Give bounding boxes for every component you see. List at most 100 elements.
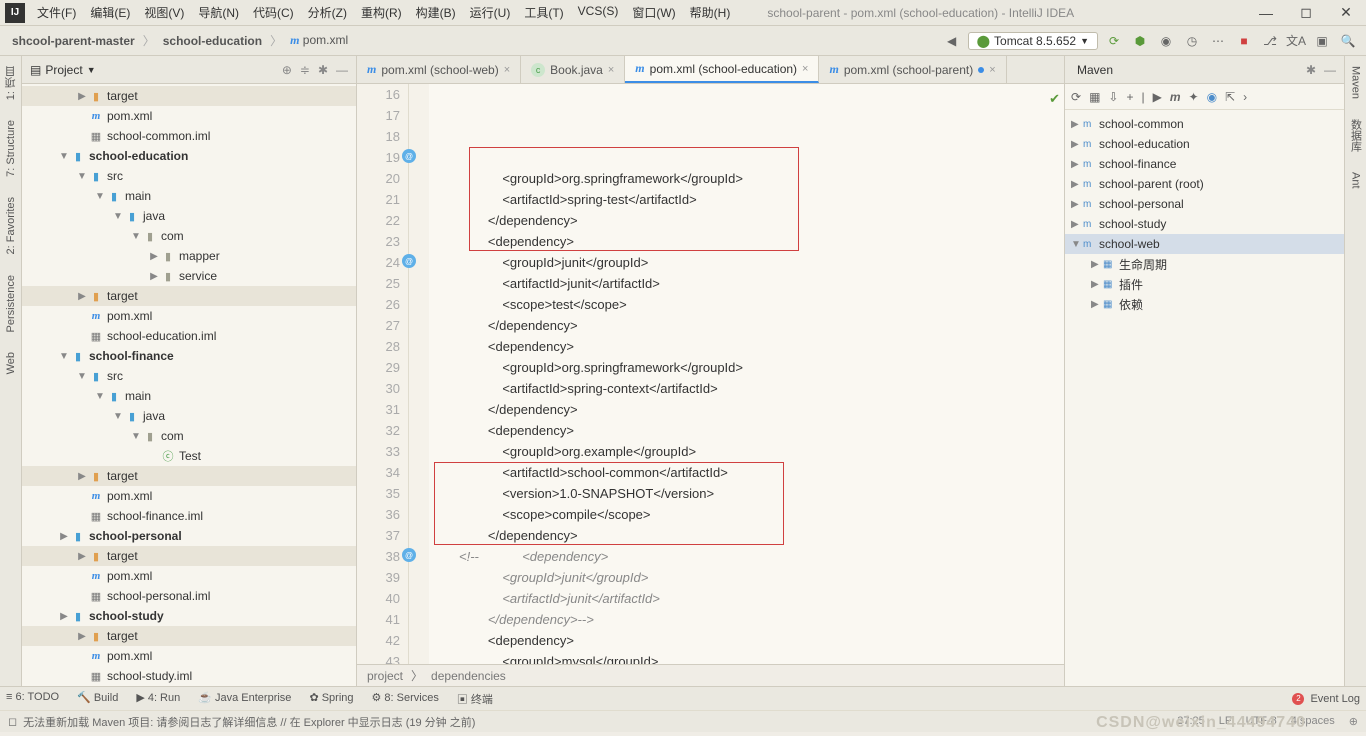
tree-row[interactable]: ▼▮school-education <box>22 146 356 166</box>
menu-item[interactable]: 构建(B) <box>409 4 463 21</box>
left-tool-button[interactable]: Web <box>5 352 17 374</box>
maven-tree-row[interactable]: ▶▦生命周期 <box>1065 254 1344 274</box>
stop-icon[interactable]: ■ <box>1234 31 1254 51</box>
tree-row[interactable]: ▼▮src <box>22 366 356 386</box>
close-tab-icon[interactable]: × <box>989 64 995 76</box>
tree-row[interactable]: mpom.xml <box>22 306 356 326</box>
git-icon[interactable]: ⎇ <box>1260 31 1280 51</box>
tree-row[interactable]: ▼▮main <box>22 186 356 206</box>
menu-item[interactable]: 帮助(H) <box>683 4 738 21</box>
attach-icon[interactable]: ⋯ <box>1208 31 1228 51</box>
expand-icon[interactable]: › <box>1243 90 1247 104</box>
offline-icon[interactable]: ◉ <box>1207 90 1217 104</box>
tree-row[interactable]: ▶▮mapper <box>22 246 356 266</box>
tree-row[interactable]: ▦school-common.iml <box>22 126 356 146</box>
tree-row[interactable]: ▶▮target <box>22 286 356 306</box>
maximize-button[interactable]: ◻ <box>1286 4 1326 21</box>
bottom-tool-button[interactable]: 🔨 Build <box>77 691 118 707</box>
tree-row[interactable]: ▼▮school-finance <box>22 346 356 366</box>
bottom-tool-button[interactable]: ⚙ 8: Services <box>372 691 439 707</box>
editor-crumb-project[interactable]: project <box>367 669 403 683</box>
editor-tab[interactable]: mpom.xml (school-education)× <box>625 56 819 83</box>
run-coverage-icon[interactable]: ◉ <box>1156 31 1176 51</box>
breadcrumb-file[interactable]: m pom.xml <box>286 31 352 50</box>
layout-icon[interactable]: ▣ <box>1312 31 1332 51</box>
tree-row[interactable]: ▼▮com <box>22 426 356 446</box>
editor-tab[interactable]: cBook.java× <box>521 56 625 83</box>
bottom-tool-button[interactable]: ▣ 终端 <box>457 691 493 707</box>
close-tab-icon[interactable]: × <box>504 64 510 76</box>
tree-row[interactable]: ▦school-personal.iml <box>22 586 356 606</box>
tree-row[interactable]: ▶▮school-personal <box>22 526 356 546</box>
status-widget[interactable]: UTF-8 <box>1246 715 1277 728</box>
tree-row[interactable]: ▶▮school-study <box>22 606 356 626</box>
bottom-tool-button[interactable]: ✿ Spring <box>309 691 353 707</box>
tree-row[interactable]: mpom.xml <box>22 106 356 126</box>
minimize-button[interactable]: — <box>1246 5 1286 21</box>
expand-all-icon[interactable]: ≑ <box>300 63 310 77</box>
left-tool-button[interactable]: 7: Structure <box>5 120 17 177</box>
tree-row[interactable]: ▼▮java <box>22 406 356 426</box>
add-icon[interactable]: + <box>1126 90 1133 104</box>
settings-icon[interactable]: ✱ <box>318 63 328 77</box>
event-log-button[interactable]: Event Log <box>1310 693 1360 705</box>
run-config-selector[interactable]: ⬤Tomcat 8.5.652▼ <box>968 32 1098 50</box>
menu-item[interactable]: 运行(U) <box>463 4 518 21</box>
menu-item[interactable]: 文件(F) <box>30 4 83 21</box>
maven-tree-row[interactable]: ▶mschool-common <box>1065 114 1344 134</box>
hide-icon[interactable]: — <box>336 63 348 77</box>
project-tree[interactable]: ▶▮targetmpom.xml▦school-common.iml▼▮scho… <box>22 84 356 686</box>
tree-row[interactable]: ▶▮target <box>22 546 356 566</box>
toggle-icon[interactable]: ✦ <box>1189 90 1199 104</box>
bottom-tool-button[interactable]: ≡ 6: TODO <box>6 691 59 707</box>
bottom-tool-button[interactable]: ▶ 4: Run <box>136 691 180 707</box>
maven-tree-row[interactable]: ▶mschool-parent (root) <box>1065 174 1344 194</box>
maven-tree-row[interactable]: ▶mschool-personal <box>1065 194 1344 214</box>
run-icon[interactable]: ▶ <box>1153 90 1162 104</box>
bottom-tool-button[interactable]: ☕ Java Enterprise <box>198 691 291 707</box>
code-content[interactable]: <groupId>org.springframework</groupId> <… <box>429 84 1064 664</box>
tree-row[interactable]: ⓒTest <box>22 446 356 466</box>
collapse-icon[interactable]: ⇱ <box>1225 90 1235 104</box>
settings-icon[interactable]: ✱ <box>1306 63 1316 77</box>
close-tab-icon[interactable]: × <box>608 64 614 76</box>
status-widget[interactable]: 4 spaces <box>1291 715 1335 728</box>
status-widget[interactable]: 37:25 <box>1177 715 1205 728</box>
m-icon[interactable]: m <box>1170 90 1181 104</box>
editor-tab[interactable]: mpom.xml (school-parent)× <box>819 56 1006 83</box>
tree-row[interactable]: ▶▮target <box>22 626 356 646</box>
tree-row[interactable]: ▼▮main <box>22 386 356 406</box>
editor-tab[interactable]: mpom.xml (school-web)× <box>357 56 521 83</box>
sync-icon[interactable]: ⟳ <box>1104 31 1124 51</box>
maven-tree-row[interactable]: ▶mschool-finance <box>1065 154 1344 174</box>
tree-row[interactable]: ▦school-finance.iml <box>22 506 356 526</box>
close-tab-icon[interactable]: × <box>802 63 808 75</box>
reimport-icon[interactable]: ⟳ <box>1071 90 1081 104</box>
maven-tree-row[interactable]: ▶mschool-education <box>1065 134 1344 154</box>
breadcrumb-module[interactable]: school-education <box>159 32 266 50</box>
menu-item[interactable]: 视图(V) <box>137 4 191 21</box>
maven-tree-row[interactable]: ▶mschool-study <box>1065 214 1344 234</box>
status-widget[interactable]: ⊕ <box>1349 715 1358 728</box>
left-tool-button[interactable]: 2: Favorites <box>5 197 17 254</box>
editor-crumb-deps[interactable]: dependencies <box>431 669 506 683</box>
tree-row[interactable]: ▶▮target <box>22 466 356 486</box>
menu-item[interactable]: 分析(Z) <box>301 4 354 21</box>
menu-item[interactable]: VCS(S) <box>571 4 626 21</box>
tree-row[interactable]: ▶▮service <box>22 266 356 286</box>
breadcrumb-root[interactable]: shcool-parent-master <box>8 32 139 50</box>
tree-row[interactable]: mpom.xml <box>22 566 356 586</box>
project-panel-title[interactable]: Project <box>41 63 82 77</box>
right-tool-button[interactable]: Ant <box>1350 172 1362 189</box>
tree-row[interactable]: ▼▮java <box>22 206 356 226</box>
maven-tree-row[interactable]: ▼mschool-web <box>1065 234 1344 254</box>
tree-row[interactable]: ▦school-education.iml <box>22 326 356 346</box>
menu-item[interactable]: 窗口(W) <box>625 4 682 21</box>
tree-row[interactable]: ▶▮target <box>22 86 356 106</box>
left-tool-button[interactable]: Persistence <box>5 275 17 332</box>
right-tool-button[interactable]: Maven <box>1350 66 1362 99</box>
tree-row[interactable]: ▼▮src <box>22 166 356 186</box>
editor[interactable]: ✔ 16171819@2021222324@252627282930313233… <box>357 84 1064 664</box>
tree-row[interactable]: mpom.xml <box>22 646 356 666</box>
tree-row[interactable]: ▦school-study.iml <box>22 666 356 686</box>
